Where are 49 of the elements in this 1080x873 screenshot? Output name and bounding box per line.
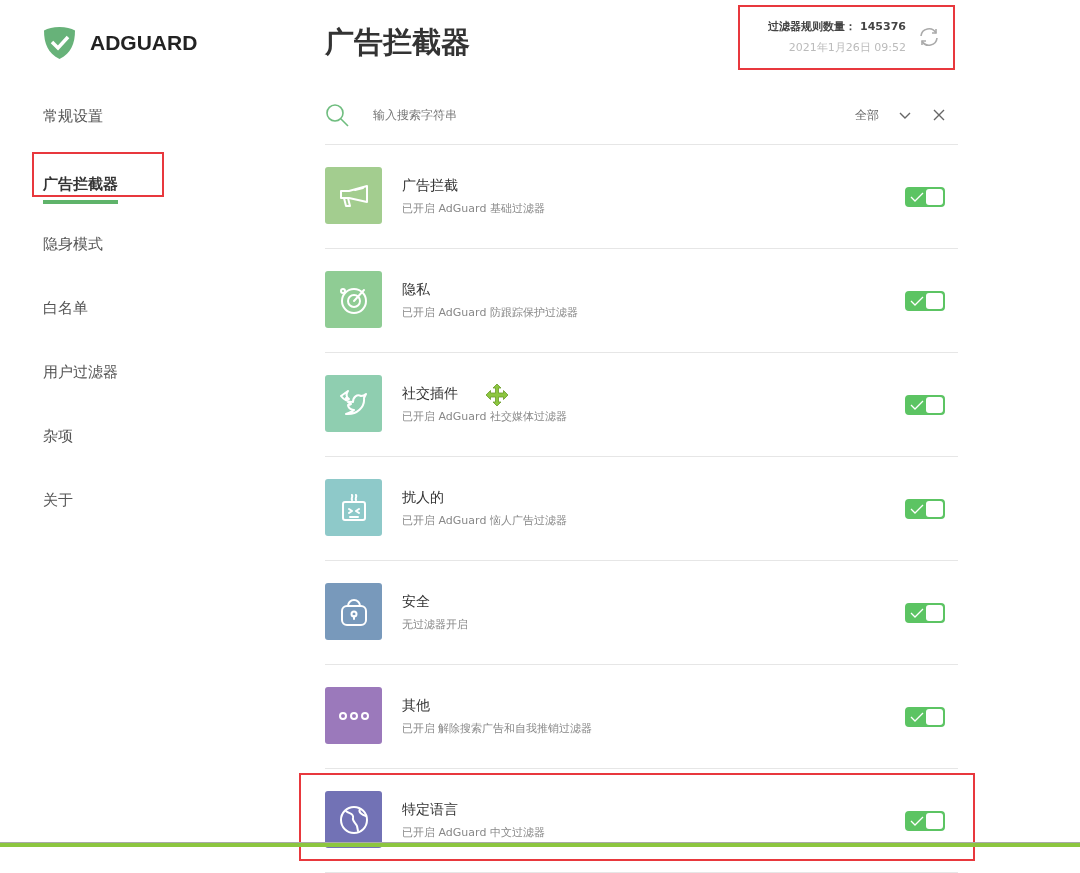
check-icon	[910, 503, 924, 514]
category-status: 已开启 AdGuard 防跟踪保护过滤器	[402, 305, 579, 320]
caret-icon	[899, 111, 911, 119]
toggle-switch[interactable]	[905, 810, 945, 831]
sidebar-item[interactable]: 杂项	[43, 420, 73, 456]
toggle-switch[interactable]	[905, 290, 945, 311]
rule-count: 过滤器规则数量： 145376	[768, 19, 906, 34]
category-title: 特定语言	[402, 801, 458, 819]
category-status: 已开启 AdGuard 中文过滤器	[402, 825, 546, 840]
category-title: 隐私	[402, 281, 430, 299]
search-icon[interactable]	[325, 103, 349, 127]
logo-text: ADGUARD	[90, 31, 198, 55]
category-status: 无过滤器开启	[402, 617, 469, 632]
category-title: 社交插件	[402, 385, 458, 403]
check-icon	[910, 191, 924, 202]
category-title: 扰人的	[402, 489, 444, 507]
sidebar-item[interactable]: 隐身模式	[43, 228, 103, 264]
toggle-switch[interactable]	[905, 498, 945, 519]
sidebar-item[interactable]: 白名单	[43, 292, 88, 328]
sidebar-item[interactable]: 用户过滤器	[43, 356, 118, 392]
toggle-switch[interactable]	[905, 186, 945, 207]
category-status: 已开启 AdGuard 恼人广告过滤器	[402, 513, 568, 528]
category-status: 已开启 解除搜索广告和自我推销过滤器	[402, 721, 594, 736]
sidebar-item[interactable]: 关于	[43, 484, 73, 520]
move-cursor-icon	[485, 383, 509, 407]
update-time: 2021年1月26日 09:52	[788, 40, 906, 55]
refresh-icon[interactable]	[918, 27, 940, 47]
category-title: 安全	[402, 593, 430, 611]
filter-dropdown[interactable]: 全部	[855, 106, 911, 124]
bird-icon	[337, 389, 370, 418]
toggle-switch[interactable]	[905, 602, 945, 623]
dots-icon	[337, 710, 370, 721]
shield-check-icon	[43, 26, 76, 60]
check-icon	[910, 295, 924, 306]
category-status: 已开启 AdGuard 社交媒体过滤器	[402, 409, 568, 424]
sidebar-item[interactable]: 广告拦截器	[43, 168, 118, 204]
close-icon[interactable]	[933, 109, 945, 121]
category-title: 其他	[402, 697, 430, 715]
page-title: 广告拦截器	[325, 24, 470, 61]
check-icon	[910, 607, 924, 618]
toggle-switch[interactable]	[905, 394, 945, 415]
check-icon	[910, 711, 924, 722]
category-title: 广告拦截	[402, 177, 458, 195]
check-icon	[910, 399, 924, 410]
check-icon	[910, 815, 924, 826]
category-status: 已开启 AdGuard 基础过滤器	[402, 201, 546, 216]
sidebar-item[interactable]: 常规设置	[43, 100, 103, 136]
toggle-switch[interactable]	[905, 706, 945, 727]
globe-icon	[337, 803, 370, 836]
